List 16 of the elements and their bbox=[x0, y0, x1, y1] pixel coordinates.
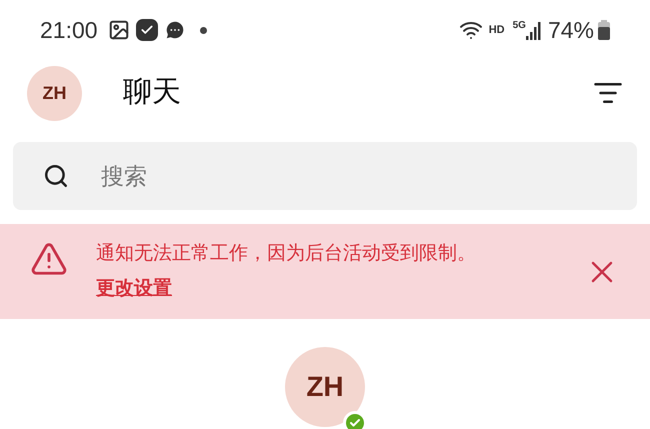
search-icon bbox=[43, 163, 69, 189]
image-icon bbox=[108, 19, 130, 41]
profile-avatar: ZH bbox=[285, 347, 365, 427]
status-time: 21:00 bbox=[40, 16, 98, 45]
network-label: 5G bbox=[512, 19, 526, 33]
warning-message: 通知无法正常工作，因为后台活动受到限制。 bbox=[96, 242, 477, 266]
page-title: 聊天 bbox=[123, 75, 181, 110]
change-settings-link[interactable]: 更改设置 bbox=[96, 274, 172, 303]
user-avatar[interactable]: ZH bbox=[27, 66, 82, 120]
search-field[interactable]: 搜索 bbox=[13, 142, 637, 210]
chat-icon bbox=[164, 19, 186, 41]
signal-icon bbox=[526, 20, 542, 40]
battery-icon bbox=[598, 20, 610, 40]
checklist-icon bbox=[136, 19, 158, 41]
hd-label: HD bbox=[488, 22, 505, 38]
battery-percent: 74% bbox=[548, 16, 594, 45]
